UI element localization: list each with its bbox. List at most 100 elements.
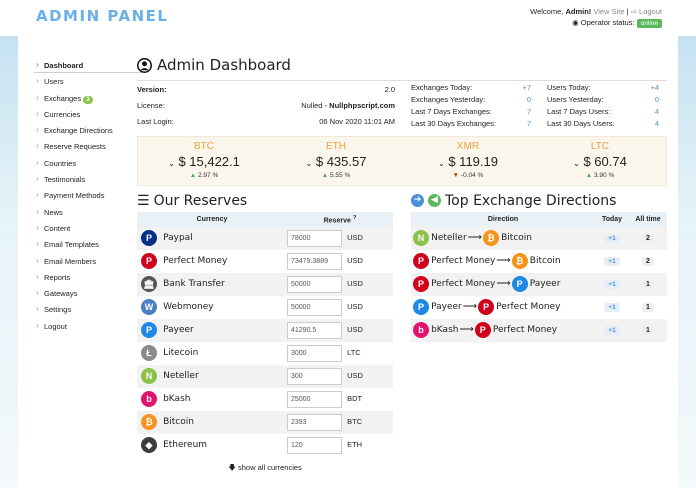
last-login-label: Last Login: — [137, 117, 174, 127]
neteller-icon: N — [413, 230, 429, 247]
currency-name: Webmoney — [163, 302, 214, 313]
sidebar-item-exchange-directions[interactable]: Exchange Directions — [34, 122, 142, 139]
sidebar-item-label: News — [44, 207, 63, 217]
sidebar-item-settings[interactable]: Settings — [34, 301, 142, 318]
exchange-stat-label: Last 30 Days Exchanges: — [411, 119, 497, 129]
sidebar-item-reserve-requests[interactable]: Reserve Requests — [34, 138, 142, 155]
user-stat-label: Last 30 Days Users: — [547, 119, 615, 129]
reserve-input[interactable]: 120 — [287, 436, 342, 454]
sidebar-item-gateways[interactable]: Gateways — [34, 285, 142, 302]
trend-up-icon: ▲ — [189, 171, 197, 179]
content-panel: DashboardUsersExchanges 3CurrenciesExcha… — [18, 36, 678, 488]
sidebar-item-exchanges[interactable]: Exchanges 3 — [34, 90, 142, 107]
reserve-input[interactable]: 50000 — [287, 298, 342, 316]
payeer-icon: P — [511, 276, 528, 293]
sidebar-item-label: Users — [44, 77, 64, 87]
table-row[interactable]: b bKash⟶ P Perfect Money +1 1 — [411, 318, 667, 342]
user-stat-value: 4 — [654, 119, 659, 129]
sidebar-item-label: Exchanges — [44, 93, 82, 103]
operator-status-badge[interactable]: online — [636, 19, 662, 28]
reserve-input[interactable]: 78000 — [287, 229, 342, 247]
chevron-down-icon[interactable]: ⌄ — [573, 159, 580, 168]
direction-to: Payeer — [529, 279, 561, 290]
table-row[interactable]: N Neteller⟶ ₿ Bitcoin +1 2 — [411, 226, 667, 250]
list-icon: ☰ — [137, 192, 150, 209]
chevron-down-icon[interactable]: ⌄ — [306, 159, 313, 168]
table-row[interactable]: P Perfect Money⟶ ₿ Bitcoin +1 2 — [411, 250, 667, 273]
coin-name: ETH — [326, 140, 346, 152]
reserve-unit: USD — [347, 278, 363, 288]
reserve-input[interactable]: 300 — [287, 367, 342, 385]
direction-to: Perfect Money — [492, 325, 558, 336]
exchange-stat-label: Exchanges Yesterday: — [411, 94, 486, 104]
reserve-input[interactable]: 25000 — [287, 390, 342, 408]
coin-price-row: ⌄ $ 119.19 — [402, 154, 534, 169]
chevron-down-icon[interactable]: ⌄ — [438, 159, 445, 168]
sidebar-item-testimonials[interactable]: Testimonials — [34, 171, 142, 188]
table-row[interactable]: P Payeer⟶ P Perfect Money +1 1 — [411, 296, 667, 319]
direction-from: Perfect Money — [431, 279, 496, 290]
arrow-right-icon: ⟶ — [459, 324, 474, 336]
view-site-link[interactable]: View Site — [593, 7, 624, 16]
arrow-down-icon: 🡇 — [228, 462, 236, 472]
top-bar: ADMIN PANEL Welcome, Admin! View Site | … — [0, 0, 696, 36]
coin-name: LTC — [590, 140, 610, 152]
today-count: +1 — [604, 303, 620, 313]
operator-icon: ◉ — [572, 18, 579, 27]
sidebar-item-logout[interactable]: Logout — [34, 318, 142, 335]
arrow-right-icon: ➔ — [411, 194, 424, 208]
sidebar-item-countries[interactable]: Countries — [34, 155, 142, 172]
sidebar-item-email-templates[interactable]: Email Templates — [34, 236, 142, 253]
logout-link[interactable]: ⇨ Logout — [631, 7, 662, 16]
sidebar-item-currencies[interactable]: Currencies — [34, 106, 142, 123]
help-icon[interactable]: ? — [353, 215, 357, 221]
coin-ticker: BTC ⌄ $ 15,422.1 ▲ 2.97 % ETH ⌄ $ 435.57 ▲ 5.… — [137, 135, 667, 186]
page-title-text: Admin Dashboard — [157, 56, 291, 74]
coin-eth: ETH ⌄ $ 435.57 ▲ 5.55 % — [270, 137, 402, 185]
table-row: P Paypal 78000 USD — [137, 226, 393, 250]
reserve-input[interactable]: 50000 — [287, 275, 342, 293]
arrow-right-icon: ⟶ — [496, 255, 511, 267]
litecoin-icon: Ł — [141, 345, 157, 362]
trend-up-icon: ▲ — [585, 171, 593, 179]
currency-name: bKash — [163, 394, 191, 405]
direction-to: Bitcoin — [529, 256, 561, 267]
sidebar-item-reports[interactable]: Reports — [34, 269, 142, 286]
directions-table: Direction Today All time N Neteller⟶ ₿ Bi… — [411, 211, 667, 342]
logo[interactable]: ADMIN PANEL — [36, 7, 168, 25]
welcome-area: Welcome, Admin! View Site | ⇨ Logout ◉ O… — [530, 7, 662, 28]
sidebar-item-email-members[interactable]: Email Members — [34, 253, 142, 270]
currency-name: Paypal — [163, 233, 193, 244]
coin-price: $ 119.19 — [448, 153, 498, 169]
reserve-unit: USD — [347, 255, 363, 265]
bkash-icon: b — [413, 322, 429, 339]
chevron-down-icon[interactable]: ⌄ — [168, 159, 175, 168]
show-all-currencies[interactable]: 🡇 show all currencies — [137, 462, 393, 475]
sidebar-item-content[interactable]: Content — [34, 220, 142, 237]
sidebar-item-label: Payment Methods — [44, 191, 105, 201]
table-row: Ł Litecoin 3000 LTC — [137, 342, 393, 365]
bitcoin-icon: ₿ — [483, 230, 500, 247]
welcome-prefix: Welcome, — [530, 7, 566, 16]
tables-row: ☰ Our Reserves Currency Reserve ? P Paypa… — [137, 190, 667, 475]
sidebar-item-dashboard[interactable]: Dashboard — [34, 57, 142, 74]
stats-panel: Version: 2.0 License: Nulled - Nullphpscri… — [137, 80, 667, 130]
exchange-stat-label: Last 7 Days Exchanges: — [411, 106, 492, 116]
sidebar-item-news[interactable]: News — [34, 204, 142, 221]
reserve-input[interactable]: 2393 — [287, 413, 342, 431]
all-time-count: 1 — [642, 303, 654, 313]
sidebar-item-users[interactable]: Users — [34, 73, 142, 90]
table-row[interactable]: P Perfect Money⟶ P Payeer +1 1 — [411, 272, 667, 296]
sidebar-item-label: Content — [44, 223, 71, 233]
currency-name: Bank Transfer — [163, 279, 225, 290]
reserve-input[interactable]: 41290.5 — [287, 321, 342, 339]
reserve-input[interactable]: 73479.3889 — [287, 252, 342, 270]
user-stat-value: 0 — [654, 94, 659, 104]
coin-name: BTC — [194, 140, 214, 152]
sidebar-item-label: Testimonials — [44, 175, 86, 185]
reserve-input[interactable]: 3000 — [287, 344, 342, 362]
col-reserve-label: Reserve — [323, 216, 351, 224]
user-stat-label: Users Yesterday: — [547, 94, 604, 104]
sidebar-item-payment-methods[interactable]: Payment Methods — [34, 187, 142, 204]
logout-icon: ⇨ — [630, 7, 637, 16]
